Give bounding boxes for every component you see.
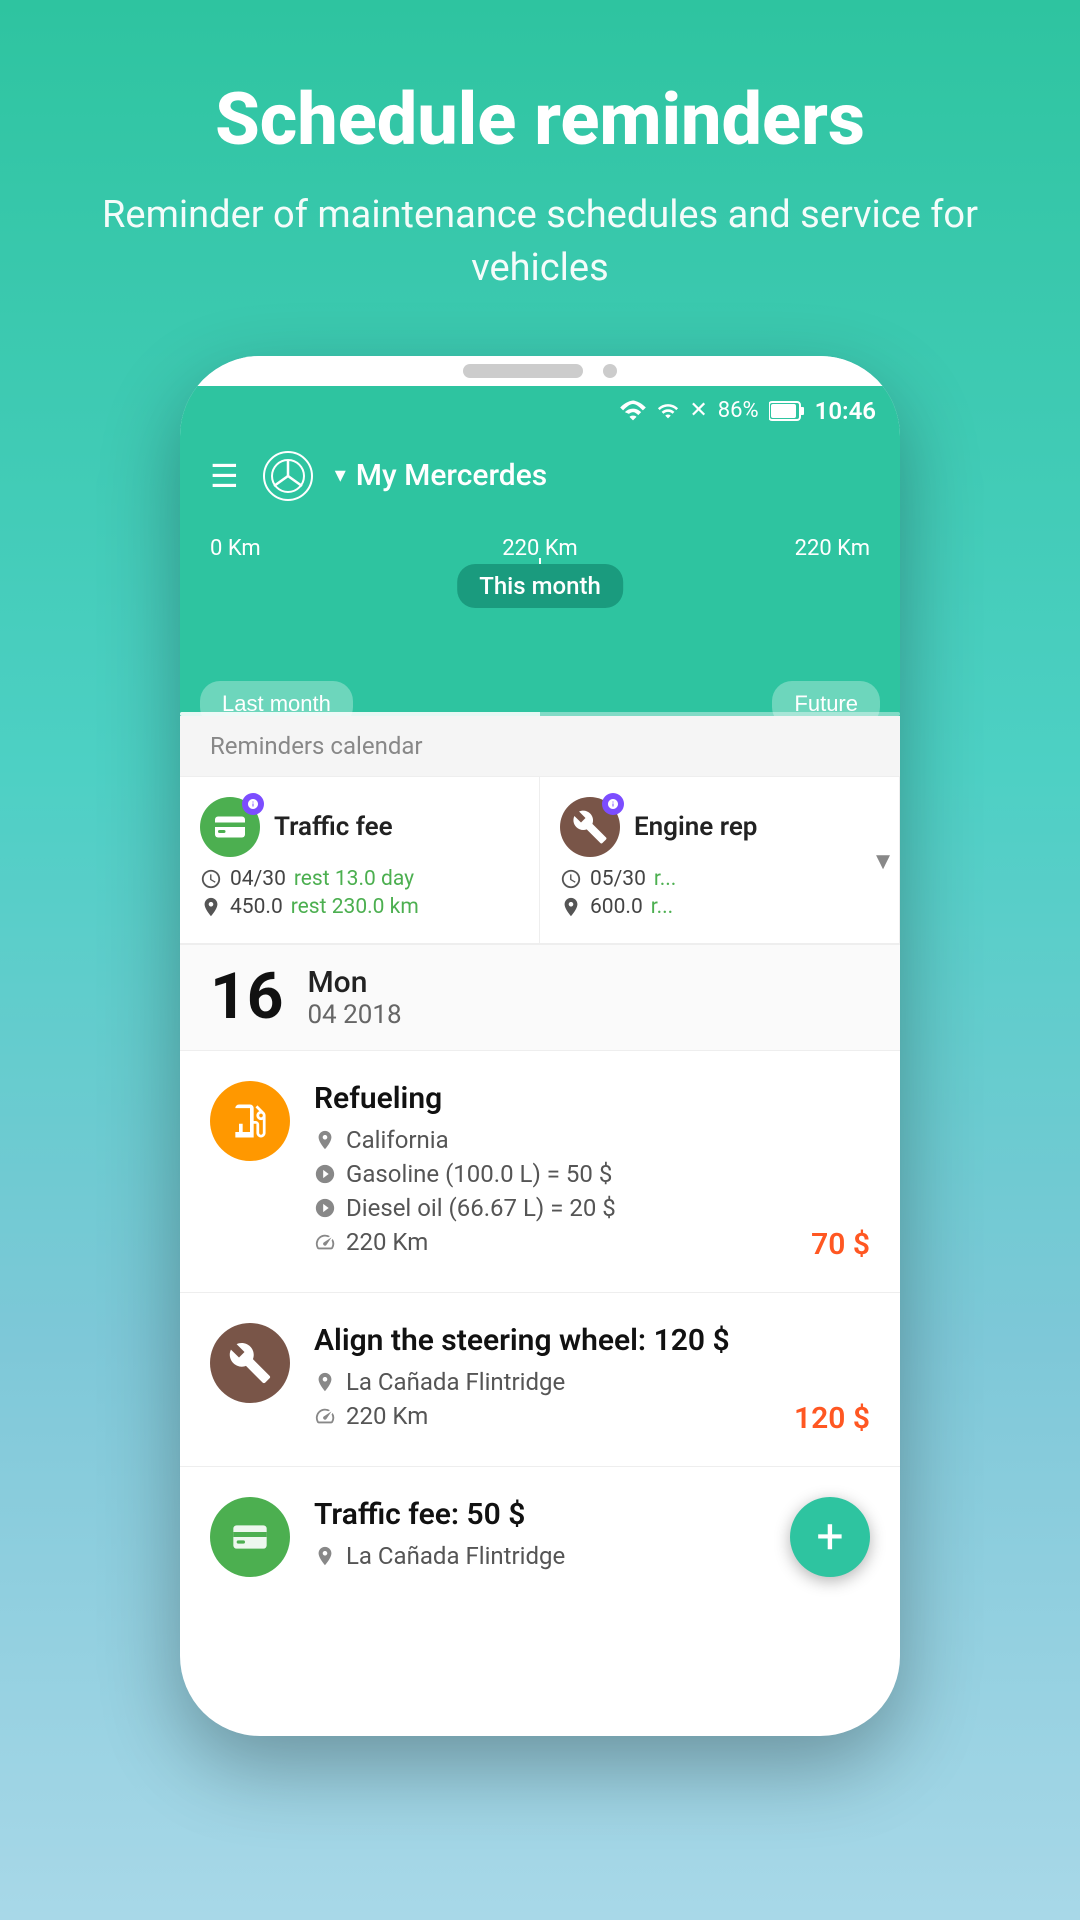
vehicle-dropdown-arrow[interactable]: ▾ xyxy=(335,463,346,488)
activity-detail-km-steering: 220 Km xyxy=(314,1402,870,1430)
page-subtitle: Reminder of maintenance schedules and se… xyxy=(60,189,1020,295)
reminder-dropdown-icon[interactable]: ▾ xyxy=(876,843,890,876)
reminder-card-engine[interactable]: Engine rep 05/30 r... 600.0 r... xyxy=(540,777,900,943)
activity-content-refueling: Refueling California Gasoline (100.0 L) … xyxy=(314,1081,870,1262)
status-bar: ✕ 86% 10:46 xyxy=(180,386,900,436)
activity-location-steering: La Cañada Flintridge xyxy=(314,1368,870,1396)
reminder-detail-date-traffic: 04/30 rest 13.0 day xyxy=(200,867,519,891)
reminder-card-traffic[interactable]: Traffic fee 04/30 rest 13.0 day 450.0 re… xyxy=(180,777,540,943)
steering-wrench-icon xyxy=(228,1341,272,1385)
page-title: Schedule reminders xyxy=(60,80,1020,159)
battery-icon xyxy=(769,400,805,422)
last-month-button[interactable]: Last month xyxy=(200,681,353,716)
activity-location-refueling: California xyxy=(314,1126,870,1154)
activity-location-traffic-fee: La Cañada Flintridge xyxy=(314,1542,870,1570)
card-icon-traffic xyxy=(230,1517,270,1557)
content-area: Reminders calendar xyxy=(180,716,900,1607)
future-button[interactable]: Future xyxy=(772,681,880,716)
timeline-left-km: 0 Km xyxy=(210,536,261,561)
hamburger-menu[interactable]: ☰ xyxy=(210,457,239,495)
fab-add-button[interactable]: + xyxy=(790,1497,870,1577)
page-header: Schedule reminders Reminder of maintenan… xyxy=(0,0,1080,336)
activity-title-steering: Align the steering wheel: 120 $ xyxy=(314,1323,870,1358)
activity-icon-traffic-fee xyxy=(210,1497,290,1577)
status-icons: ✕ 86% 10:46 xyxy=(619,397,876,425)
activity-content-steering: Align the steering wheel: 120 $ La Cañad… xyxy=(314,1323,870,1436)
reminder-detail-km-engine: 600.0 r... xyxy=(560,895,879,919)
wrench-icon xyxy=(572,809,608,845)
activity-detail-km-refueling: 220 Km xyxy=(314,1228,870,1256)
card-icon xyxy=(212,809,248,845)
date-separator: 16 Mon 04 2018 xyxy=(180,944,900,1051)
signal-icon xyxy=(657,400,679,422)
date-number: 16 xyxy=(210,965,283,1029)
phone-mockup: ✕ 86% 10:46 ☰ ▾ My Mercerdes xyxy=(180,356,900,1736)
date-month-year: 04 2018 xyxy=(307,1000,401,1030)
reminder-detail-km-traffic: 450.0 rest 230.0 km xyxy=(200,895,519,919)
activity-title-traffic-fee: Traffic fee: 50 $ xyxy=(314,1497,870,1532)
fuel-pump-icon xyxy=(228,1099,272,1143)
status-time: 10:46 xyxy=(815,397,876,425)
phone-camera xyxy=(603,364,617,378)
date-info: Mon 04 2018 xyxy=(307,965,401,1030)
activity-icon-steering xyxy=(210,1323,290,1403)
activity-amount-steering: 120 $ xyxy=(794,1401,870,1436)
activity-title-refueling: Refueling xyxy=(314,1081,870,1116)
mercedes-star-icon xyxy=(270,458,306,494)
reminder-title-engine: Engine rep xyxy=(634,812,757,842)
activity-amount-refueling: 70 $ xyxy=(811,1227,870,1262)
activity-icon-refueling xyxy=(210,1081,290,1161)
wifi-icon xyxy=(619,400,647,422)
activity-steering[interactable]: Align the steering wheel: 120 $ La Cañad… xyxy=(180,1293,900,1467)
app-header: ☰ ▾ My Mercerdes xyxy=(180,436,900,516)
timeline-right-km: 220 Km xyxy=(795,536,870,561)
reminder-badge-engine xyxy=(602,793,624,815)
mercedes-logo xyxy=(263,451,313,501)
activity-refueling[interactable]: Refueling California Gasoline (100.0 L) … xyxy=(180,1051,900,1293)
reminder-badge-traffic xyxy=(242,793,264,815)
phone-speaker xyxy=(463,364,583,378)
this-month-bubble: This month xyxy=(457,564,623,608)
reminder-title-traffic: Traffic fee xyxy=(274,812,393,842)
activity-detail-diesel: Diesel oil (66.67 L) = 20 $ xyxy=(314,1194,870,1222)
reminder-icon-engine xyxy=(560,797,620,857)
activity-detail-gasoline: Gasoline (100.0 L) = 50 $ xyxy=(314,1160,870,1188)
vehicle-name: My Mercerdes xyxy=(356,458,547,493)
reminders-header: Reminders calendar xyxy=(180,716,900,777)
reminder-cards-row: Traffic fee 04/30 rest 13.0 day 450.0 re… xyxy=(180,777,900,944)
timeline-section: 0 Km 220 Km 220 Km This month Last month… xyxy=(180,516,900,716)
phone-top-bar xyxy=(180,356,900,386)
reminder-icon-traffic xyxy=(200,797,260,857)
activity-content-traffic-fee: Traffic fee: 50 $ La Cañada Flintridge xyxy=(314,1497,870,1576)
cross-icon: ✕ xyxy=(689,398,707,423)
date-day: Mon xyxy=(307,965,401,1000)
battery-percent: 86% xyxy=(718,398,759,423)
reminder-detail-date-engine: 05/30 r... xyxy=(560,867,879,891)
